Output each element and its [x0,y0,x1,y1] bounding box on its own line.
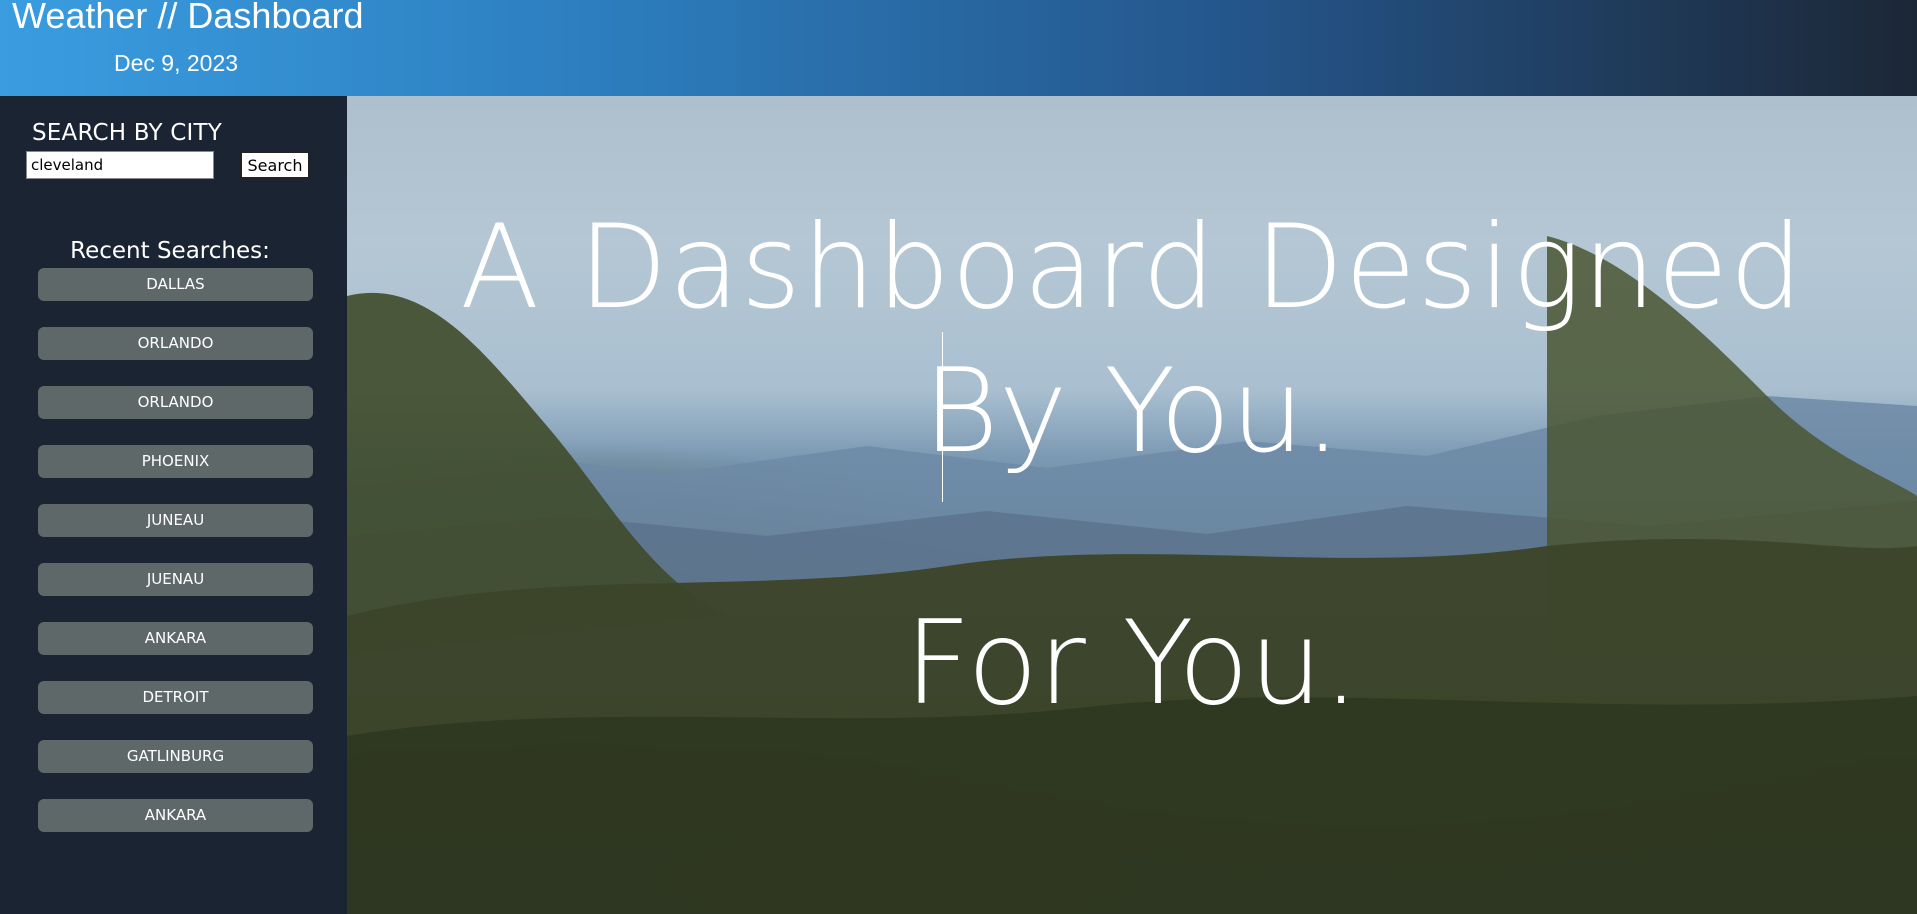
text-cursor [942,332,943,502]
recent-search-button[interactable]: ORLANDO [38,386,313,419]
recent-search-button[interactable]: DETROIT [38,681,313,714]
sidebar: SEARCH BY CITY Search Recent Searches: D… [0,96,347,914]
hero-headline-line-2: By You. [922,344,1342,479]
recent-search-button[interactable]: GATLINBURG [38,740,313,773]
recent-search-button[interactable]: DALLAS [38,268,313,301]
recent-search-button[interactable]: ANKARA [38,622,313,655]
hero-headline-line-1: A Dashboard Designed [460,200,1804,335]
recent-search-button[interactable]: ANKARA [38,799,313,832]
search-heading: SEARCH BY CITY [32,120,222,146]
search-button[interactable]: Search [240,151,310,179]
recent-searches-heading: Recent Searches: [70,238,270,264]
recent-searches-list: DALLAS ORLANDO ORLANDO PHOENIX JUNEAU JU… [38,268,313,858]
current-date: Dec 9, 2023 [114,50,239,76]
recent-search-button[interactable]: PHOENIX [38,445,313,478]
recent-search-button[interactable]: JUENAU [38,563,313,596]
app-header: Weather // Dashboard Dec 9, 2023 [0,0,1917,96]
recent-search-button[interactable]: JUNEAU [38,504,313,537]
hero-headline-line-3: For You. [904,596,1360,731]
app-title: Weather // Dashboard [12,0,364,36]
recent-search-button[interactable]: ORLANDO [38,327,313,360]
hero-banner: A Dashboard Designed By You. For You. [347,96,1917,914]
city-search-input[interactable] [26,151,214,179]
